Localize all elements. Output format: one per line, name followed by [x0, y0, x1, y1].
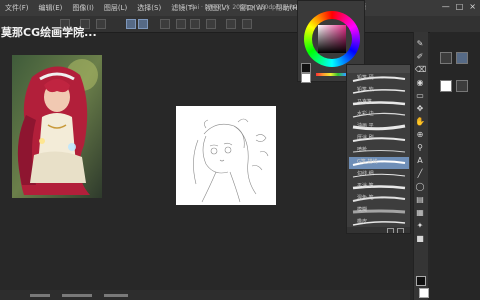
- menu-image[interactable]: 图像(I): [67, 3, 99, 13]
- option-button-9[interactable]: [206, 19, 216, 29]
- zoom-icon[interactable]: ⊕: [415, 131, 425, 139]
- option-button-10[interactable]: [226, 19, 236, 29]
- brush-icon[interactable]: ✐: [415, 53, 425, 61]
- option-button-11[interactable]: [242, 19, 252, 29]
- brush-panel-header: [347, 65, 410, 73]
- panel-toggle-1[interactable]: [440, 52, 452, 64]
- brush-item[interactable]: 平涂 笔: [349, 181, 409, 193]
- menu-file[interactable]: 文件(F): [0, 3, 34, 13]
- brush-item[interactable]: 水彩 边: [349, 109, 409, 121]
- tool-foreground-swatch[interactable]: [416, 276, 426, 286]
- move-icon[interactable]: ✥: [415, 105, 425, 113]
- window-controls: — □ ×: [442, 2, 476, 11]
- option-button-5[interactable]: [138, 19, 148, 29]
- select-icon[interactable]: ▭: [415, 92, 425, 100]
- pen-icon[interactable]: ✎: [415, 40, 425, 48]
- option-button-6[interactable]: [160, 19, 170, 29]
- shape-icon[interactable]: ◯: [415, 183, 425, 191]
- brush-item[interactable]: 模糊: [349, 205, 409, 217]
- ruler-icon[interactable]: ╱: [415, 170, 425, 178]
- tool-background-swatch[interactable]: [419, 288, 429, 298]
- brush-item[interactable]: 厚涂 刷: [349, 133, 409, 145]
- brush-item[interactable]: 马克笔: [349, 97, 409, 109]
- option-button-3[interactable]: [96, 19, 106, 29]
- status-indicator: [30, 294, 50, 297]
- eyedropper-icon[interactable]: ⚲: [415, 144, 425, 152]
- reference-illustration: [12, 55, 102, 198]
- brush-item[interactable]: 铅笔 硬: [349, 73, 409, 85]
- layer-icon[interactable]: ▦: [415, 209, 425, 217]
- new-brush-icon[interactable]: [387, 228, 394, 233]
- color-icon[interactable]: ■: [415, 235, 425, 243]
- option-button-7[interactable]: [176, 19, 186, 29]
- close-button[interactable]: ×: [469, 2, 476, 11]
- drawing-canvas[interactable]: [176, 106, 276, 205]
- foreground-color-swatch[interactable]: [301, 63, 311, 73]
- status-indicator: [104, 294, 128, 297]
- text-icon[interactable]: A: [415, 157, 425, 165]
- eraser-icon[interactable]: ⌫: [415, 66, 426, 74]
- brush-item[interactable]: 铅笔 软: [349, 85, 409, 97]
- menu-select[interactable]: 选择(S): [132, 3, 166, 13]
- option-button-8[interactable]: [190, 19, 200, 29]
- brush-list: 铅笔 硬 铅笔 软 马克笔 水彩 边 油画 平 厚涂 刷 喷枪 G笔 描线 勾线…: [347, 73, 410, 229]
- option-button-4[interactable]: [126, 19, 136, 29]
- gradient-icon[interactable]: ▤: [415, 196, 425, 204]
- brush-item[interactable]: 混色 笔: [349, 193, 409, 205]
- brush-item[interactable]: 喷枪: [349, 145, 409, 157]
- watermark-text: 莫那CG绘画学院...: [1, 26, 97, 39]
- saturation-value-square[interactable]: [318, 25, 346, 53]
- panel-toggle-2[interactable]: [456, 52, 468, 64]
- filter-icon[interactable]: ✦: [415, 222, 425, 230]
- right-side-panel: [430, 32, 480, 300]
- menu-edit[interactable]: 编辑(E): [34, 3, 68, 13]
- status-indicator: [62, 294, 92, 297]
- minimize-button[interactable]: —: [442, 2, 450, 11]
- background-color-swatch[interactable]: [301, 73, 311, 83]
- fill-icon[interactable]: ◉: [415, 79, 425, 87]
- brush-panel: 铅笔 硬 铅笔 软 马克笔 水彩 边 油画 平 厚涂 刷 喷枪 G笔 描线 勾线…: [346, 64, 411, 234]
- panel-toggle-3[interactable]: [440, 80, 452, 92]
- hand-icon[interactable]: ✋: [415, 118, 425, 126]
- brush-item[interactable]: 勾线 细: [349, 169, 409, 181]
- menu-layer[interactable]: 图层(L): [99, 3, 132, 13]
- maximize-button[interactable]: □: [456, 2, 464, 11]
- panel-toggle-4[interactable]: [456, 80, 468, 92]
- brush-item[interactable]: 油画 平: [349, 121, 409, 133]
- delete-brush-icon[interactable]: [397, 228, 404, 233]
- brush-item-selected[interactable]: G笔 描线: [349, 157, 409, 169]
